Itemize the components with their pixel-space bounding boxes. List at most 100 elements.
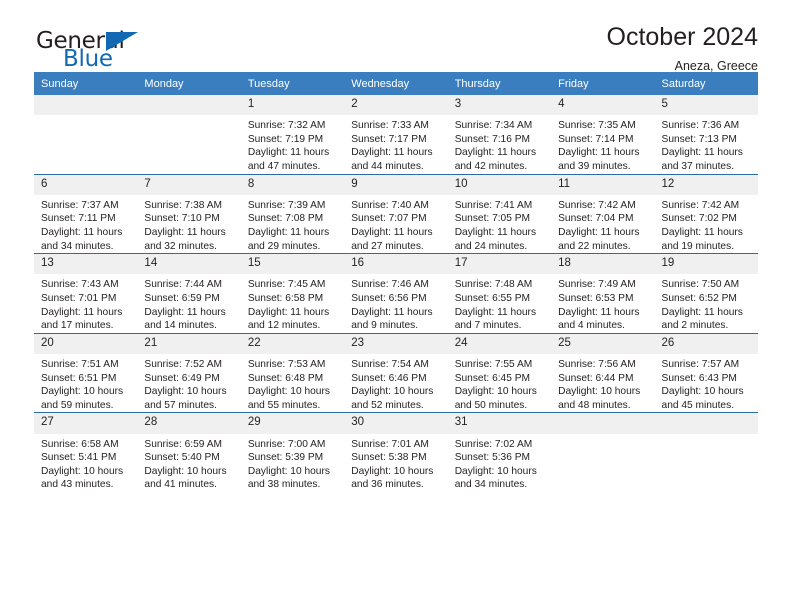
calendar-day-cell[interactable]: 23 Sunrise: 7:54 AM Sunset: 6:46 PM Dayligh… (344, 332, 448, 413)
daylight-text-line2: and 38 minutes. (247, 479, 321, 491)
weekday-header-wednesday: Wednesday (344, 72, 448, 95)
daylight-text-line2: and 27 minutes. (351, 240, 424, 252)
calendar-day-cell[interactable]: 6 Sunrise: 7:37 AM Sunset: 7:11 PM Daylight… (34, 173, 138, 254)
calendar-day-cell[interactable]: 13 Sunrise: 7:43 AM Sunset: 7:01 PM Dayligh… (34, 253, 138, 334)
daylight-text-line1: Daylight: 11 hours (558, 227, 640, 238)
sunrise-text: Sunrise: 7:44 AM (144, 279, 223, 291)
calendar-day-cell[interactable]: 11 Sunrise: 7:42 AM Sunset: 7:04 PM Dayligh… (551, 173, 655, 254)
calendar-empty-cell (34, 95, 138, 175)
sunset-text: Sunset: 6:56 PM (351, 293, 427, 304)
calendar-day-cell[interactable]: 26 Sunrise: 7:57 AM Sunset: 6:43 PM Dayligh… (654, 332, 758, 413)
sunset-text: Sunset: 6:51 PM (41, 372, 117, 384)
calendar-day-cell[interactable]: 30 Sunrise: 7:01 AM Sunset: 5:38 PM Dayligh… (344, 412, 448, 492)
sunrise-text: Sunrise: 7:32 AM (247, 120, 326, 132)
calendar-day-cell[interactable]: 10 Sunrise: 7:41 AM Sunset: 7:05 PM Dayligh… (447, 173, 552, 254)
calendar-day-cell[interactable]: 24 Sunrise: 7:55 AM Sunset: 6:45 PM Dayligh… (447, 332, 552, 413)
calendar-day-cell[interactable]: 21 Sunrise: 7:52 AM Sunset: 6:49 PM Dayligh… (137, 332, 241, 413)
daylight-text-line1: Daylight: 10 hours (454, 386, 537, 398)
calendar-day-cell[interactable]: 3 Sunrise: 7:34 AM Sunset: 7:16 PM Daylight… (447, 95, 552, 175)
daylight-text-line2: and 34 minutes. (454, 479, 528, 491)
calendar-day-cell[interactable]: 15 Sunrise: 7:45 AM Sunset: 6:58 PM Dayligh… (240, 253, 345, 334)
sunrise-text: Sunrise: 7:01 AM (351, 438, 429, 450)
day-details: Sunrise: 7:49 AM Sunset: 6:53 PM Daylight:… (551, 274, 654, 332)
day-number: 15 (240, 254, 345, 275)
daylight-text-line2: and 34 minutes. (41, 240, 114, 252)
sunrise-text: Sunrise: 7:02 AM (454, 438, 533, 450)
sunset-text: Sunset: 7:19 PM (247, 133, 324, 145)
day-details: Sunrise: 7:01 AM Sunset: 5:38 PM Daylight:… (344, 434, 447, 492)
sunset-text: Sunset: 5:36 PM (454, 452, 531, 464)
day-number: 25 (551, 333, 655, 354)
day-details: Sunrise: 7:57 AM Sunset: 6:43 PM Daylight:… (655, 354, 758, 412)
day-details: Sunrise: 7:38 AM Sunset: 7:10 PM Daylight:… (137, 195, 240, 253)
sunset-text: Sunset: 7:05 PM (454, 213, 531, 225)
day-number: 26 (654, 333, 758, 354)
day-number: 17 (447, 254, 552, 275)
sunrise-text: Sunrise: 7:38 AM (144, 199, 223, 211)
calendar-day-cell[interactable]: 28 Sunrise: 6:59 AM Sunset: 5:40 PM Dayligh… (137, 412, 241, 492)
sunset-text: Sunset: 6:53 PM (558, 293, 634, 304)
calendar-day-cell[interactable]: 1 Sunrise: 7:32 AM Sunset: 7:19 PM Daylight… (240, 95, 345, 175)
sunset-text: Sunset: 5:39 PM (247, 452, 324, 464)
daylight-text-line1: Daylight: 11 hours (144, 306, 226, 318)
day-details: Sunrise: 7:45 AM Sunset: 6:58 PM Daylight:… (241, 274, 344, 332)
sunrise-text: Sunrise: 7:45 AM (247, 279, 326, 291)
day-number: 30 (344, 413, 448, 434)
calendar-day-cell[interactable]: 16 Sunrise: 7:46 AM Sunset: 6:56 PM Dayligh… (344, 253, 448, 334)
sunset-text: Sunset: 6:46 PM (351, 372, 427, 384)
daylight-text-line2: and 57 minutes. (144, 399, 217, 411)
calendar-day-cell[interactable]: 19 Sunrise: 7:50 AM Sunset: 6:52 PM Dayligh… (654, 253, 758, 334)
day-details: Sunrise: 7:39 AM Sunset: 7:08 PM Daylight:… (241, 195, 344, 253)
calendar-day-cell[interactable]: 29 Sunrise: 7:00 AM Sunset: 5:39 PM Dayligh… (240, 412, 345, 492)
sunrise-text: Sunrise: 7:42 AM (661, 199, 740, 211)
sunset-text: Sunset: 6:49 PM (144, 372, 220, 384)
sunrise-text: Sunrise: 7:41 AM (454, 199, 533, 211)
day-number: 16 (344, 254, 448, 275)
calendar-day-cell[interactable]: 31 Sunrise: 7:02 AM Sunset: 5:36 PM Dayligh… (447, 412, 552, 492)
daylight-text-line2: and 19 minutes. (661, 240, 735, 252)
generalblue-logo[interactable]: General Blue (36, 30, 236, 78)
daylight-text-line1: Daylight: 11 hours (454, 306, 537, 318)
daylight-text-line2: and 44 minutes. (351, 161, 424, 172)
calendar-week-row: 6 Sunrise: 7:37 AM Sunset: 7:11 PM Daylight… (34, 173, 758, 254)
day-number (654, 413, 758, 434)
day-number: 23 (344, 333, 448, 354)
day-details: Sunrise: 7:55 AM Sunset: 6:45 PM Daylight:… (448, 354, 551, 412)
day-number: 28 (137, 413, 241, 434)
day-number: 7 (137, 174, 241, 195)
calendar-day-cell[interactable]: 4 Sunrise: 7:35 AM Sunset: 7:14 PM Daylight… (551, 95, 655, 175)
calendar-day-cell[interactable]: 9 Sunrise: 7:40 AM Sunset: 7:07 PM Daylight… (344, 173, 448, 254)
day-number: 9 (344, 174, 448, 195)
calendar-day-cell[interactable]: 20 Sunrise: 7:51 AM Sunset: 6:51 PM Dayligh… (34, 332, 138, 413)
day-details: Sunrise: 7:44 AM Sunset: 6:59 PM Daylight:… (137, 274, 240, 332)
day-details: Sunrise: 7:43 AM Sunset: 7:01 PM Daylight:… (34, 274, 137, 332)
daylight-text-line1: Daylight: 11 hours (351, 227, 433, 238)
calendar-day-cell[interactable]: 18 Sunrise: 7:49 AM Sunset: 6:53 PM Dayligh… (551, 253, 655, 334)
calendar-day-cell[interactable]: 25 Sunrise: 7:56 AM Sunset: 6:44 PM Dayligh… (551, 332, 655, 413)
day-details: Sunrise: 7:02 AM Sunset: 5:36 PM Daylight:… (448, 434, 551, 492)
day-number: 8 (240, 174, 345, 195)
daylight-text-line1: Daylight: 10 hours (351, 386, 434, 398)
daylight-text-line2: and 7 minutes. (454, 320, 522, 332)
calendar-day-cell[interactable]: 2 Sunrise: 7:33 AM Sunset: 7:17 PM Daylight… (344, 95, 448, 175)
daylight-text-line1: Daylight: 11 hours (41, 227, 123, 238)
day-details: Sunrise: 7:42 AM Sunset: 7:04 PM Daylight:… (551, 195, 654, 253)
calendar-day-cell[interactable]: 7 Sunrise: 7:38 AM Sunset: 7:10 PM Daylight… (137, 173, 241, 254)
daylight-text-line2: and 42 minutes. (454, 161, 528, 172)
daylight-text-line1: Daylight: 11 hours (661, 306, 743, 318)
daylight-text-line2: and 50 minutes. (454, 399, 528, 411)
sunrise-text: Sunrise: 7:46 AM (351, 279, 429, 291)
calendar-day-cell[interactable]: 17 Sunrise: 7:48 AM Sunset: 6:55 PM Dayligh… (447, 253, 552, 334)
daylight-text-line1: Daylight: 10 hours (247, 386, 330, 398)
calendar-day-cell[interactable]: 14 Sunrise: 7:44 AM Sunset: 6:59 PM Dayligh… (137, 253, 241, 334)
calendar-empty-cell (137, 95, 241, 175)
calendar-day-cell[interactable]: 12 Sunrise: 7:42 AM Sunset: 7:02 PM Dayligh… (654, 173, 758, 254)
calendar-day-cell[interactable]: 8 Sunrise: 7:39 AM Sunset: 7:08 PM Daylight… (240, 173, 345, 254)
day-details: Sunrise: 7:00 AM Sunset: 5:39 PM Daylight:… (241, 434, 344, 492)
sunrise-text: Sunrise: 7:40 AM (351, 199, 429, 211)
calendar-day-cell[interactable]: 22 Sunrise: 7:53 AM Sunset: 6:48 PM Dayligh… (240, 332, 345, 413)
calendar-day-cell[interactable]: 27 Sunrise: 6:58 AM Sunset: 5:41 PM Dayligh… (34, 412, 138, 492)
sunrise-text: Sunrise: 7:49 AM (558, 279, 636, 291)
calendar-day-cell[interactable]: 5 Sunrise: 7:36 AM Sunset: 7:13 PM Daylight… (654, 95, 758, 175)
sunset-text: Sunset: 7:07 PM (351, 213, 427, 225)
